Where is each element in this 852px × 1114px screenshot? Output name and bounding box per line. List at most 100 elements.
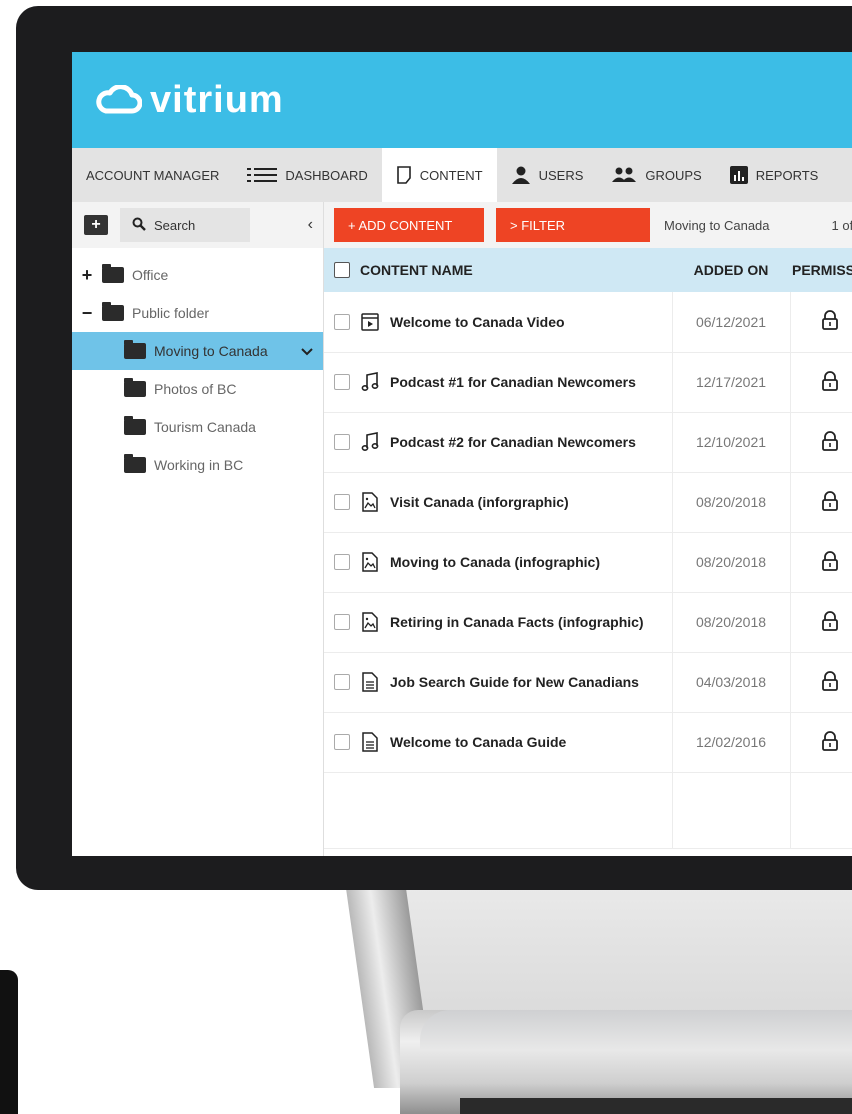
folder-icon xyxy=(124,340,146,359)
tree-item-label: Office xyxy=(132,267,169,283)
image-file-icon xyxy=(360,552,380,572)
row-checkbox[interactable] xyxy=(334,434,350,450)
select-all-checkbox[interactable] xyxy=(334,262,350,278)
collapse-sidebar-icon[interactable]: ‹ xyxy=(308,216,313,234)
tab-account-manager[interactable]: ACCOUNT MANAGER xyxy=(72,148,233,202)
monitor-stand-top xyxy=(420,1010,852,1050)
folder-icon xyxy=(124,416,146,435)
filter-button[interactable]: > FILTER xyxy=(496,208,650,242)
content-name: Moving to Canada (infographic) xyxy=(390,554,600,570)
table-row[interactable]: Visit Canada (inforgraphic) 08/20/2018 xyxy=(324,472,852,532)
added-on-date: 12/02/2016 xyxy=(672,712,791,772)
tab-label: DASHBOARD xyxy=(285,167,368,183)
tree-item-photos-of-bc[interactable]: Photos of BC xyxy=(72,370,323,408)
row-checkbox[interactable] xyxy=(334,374,350,390)
tree-item-label: Photos of BC xyxy=(154,381,237,397)
table-row[interactable]: Retiring in Canada Facts (infographic) 0… xyxy=(324,592,852,652)
list-icon xyxy=(247,167,278,183)
tree-item-label: Tourism Canada xyxy=(154,419,256,435)
page-count: 1 of xyxy=(831,217,852,233)
tab-dashboard[interactable]: DASHBOARD xyxy=(233,148,381,202)
lock-icon[interactable] xyxy=(821,490,839,514)
workspace: + Search ‹ + Office − Public folder Movi… xyxy=(72,202,852,856)
content-name: Podcast #1 for Canadian Newcomers xyxy=(390,374,636,390)
app-header: vitrium xyxy=(72,52,852,148)
added-on-date: 06/12/2021 xyxy=(672,292,791,352)
lock-icon[interactable] xyxy=(821,430,839,454)
folder-tree: + Office − Public folder Moving to Canad… xyxy=(72,248,323,484)
lock-icon[interactable] xyxy=(821,670,839,694)
image-file-icon xyxy=(360,492,380,512)
row-checkbox[interactable] xyxy=(334,674,350,690)
tab-label: REPORTS xyxy=(755,167,819,183)
lock-icon[interactable] xyxy=(821,370,839,394)
header-permissions[interactable]: PERMISSI xyxy=(790,248,852,292)
monitor-frame: vitrium ACCOUNT MANAGER DASHBOARD CONTEN… xyxy=(16,6,852,890)
tree-item-moving-to-canada[interactable]: Moving to Canada xyxy=(72,332,323,370)
text-file-icon xyxy=(360,672,380,692)
row-checkbox[interactable] xyxy=(334,734,350,750)
lock-icon[interactable] xyxy=(821,610,839,634)
table-header-row: CONTENT NAME ADDED ON PERMISSI xyxy=(324,248,852,292)
table-row[interactable]: Welcome to Canada Video 06/12/2021 xyxy=(324,292,852,352)
music-icon xyxy=(360,432,380,452)
tree-item-public-folder[interactable]: − Public folder xyxy=(72,294,323,332)
tree-item-tourism-canada[interactable]: Tourism Canada xyxy=(72,408,323,446)
table-row[interactable]: Podcast #2 for Canadian Newcomers 12/10/… xyxy=(324,412,852,472)
tab-label: GROUPS xyxy=(645,167,702,183)
lock-icon[interactable] xyxy=(821,730,839,754)
row-checkbox[interactable] xyxy=(334,313,350,330)
content-name: Job Search Guide for New Canadians xyxy=(390,674,639,690)
brand-logo[interactable]: vitrium xyxy=(94,79,284,122)
header-label: CONTENT NAME xyxy=(360,262,473,278)
new-folder-button[interactable]: + xyxy=(84,215,108,235)
document-icon xyxy=(396,166,412,184)
search-icon xyxy=(132,217,146,234)
empty-row xyxy=(324,772,852,848)
user-icon xyxy=(511,166,531,184)
music-icon xyxy=(360,372,380,392)
lock-icon[interactable] xyxy=(821,310,839,333)
table-row[interactable]: Moving to Canada (infographic) 08/20/201… xyxy=(324,532,852,592)
tab-label: ACCOUNT MANAGER xyxy=(86,167,220,183)
folder-icon xyxy=(124,378,146,397)
table-row[interactable]: Job Search Guide for New Canadians 04/03… xyxy=(324,652,852,712)
tab-label: USERS xyxy=(538,167,584,183)
table-row[interactable]: Podcast #1 for Canadian Newcomers 12/17/… xyxy=(324,352,852,412)
row-checkbox[interactable] xyxy=(334,614,350,630)
tab-reports[interactable]: REPORTS xyxy=(716,148,833,202)
added-on-date: 12/17/2021 xyxy=(672,352,791,412)
chevron-down-icon[interactable] xyxy=(301,343,313,359)
breadcrumb: Moving to Canada xyxy=(664,217,770,233)
table-row[interactable]: Welcome to Canada Guide 12/02/2016 xyxy=(324,712,852,772)
content-name: Visit Canada (inforgraphic) xyxy=(390,494,569,510)
folder-icon xyxy=(102,264,124,283)
group-icon xyxy=(611,167,637,183)
lock-icon[interactable] xyxy=(821,550,839,574)
search-box[interactable]: Search xyxy=(120,208,250,242)
header-added-on[interactable]: ADDED ON xyxy=(672,248,790,292)
content-name: Podcast #2 for Canadian Newcomers xyxy=(390,434,636,450)
tree-item-office[interactable]: + Office xyxy=(72,256,323,294)
cloud-icon xyxy=(94,85,142,115)
content-name: Welcome to Canada Guide xyxy=(390,734,567,750)
header-content-name[interactable]: CONTENT NAME xyxy=(324,248,672,292)
content-name: Welcome to Canada Video xyxy=(390,313,565,330)
tab-groups[interactable]: GROUPS xyxy=(597,148,715,202)
tree-item-working-in-bc[interactable]: Working in BC xyxy=(72,446,323,484)
sidebar-toolbar: + Search ‹ xyxy=(72,202,323,248)
content-name: Retiring in Canada Facts (infographic) xyxy=(390,614,644,630)
row-checkbox[interactable] xyxy=(334,554,350,570)
row-checkbox[interactable] xyxy=(334,494,350,510)
expand-toggle[interactable]: + xyxy=(80,265,94,286)
brand-name: vitrium xyxy=(150,78,284,121)
content-panel: + ADD CONTENT > FILTER Moving to Canada … xyxy=(324,202,852,856)
collapse-toggle[interactable]: − xyxy=(80,303,94,324)
tree-item-label: Moving to Canada xyxy=(154,343,268,359)
tab-users[interactable]: USERS xyxy=(497,148,598,202)
added-on-date: 08/20/2018 xyxy=(672,532,791,592)
main-nav: ACCOUNT MANAGER DASHBOARD CONTENT USERS xyxy=(72,148,852,202)
added-on-date: 08/20/2018 xyxy=(672,472,791,532)
tab-content[interactable]: CONTENT xyxy=(381,148,497,202)
add-content-button[interactable]: + ADD CONTENT xyxy=(334,208,484,242)
